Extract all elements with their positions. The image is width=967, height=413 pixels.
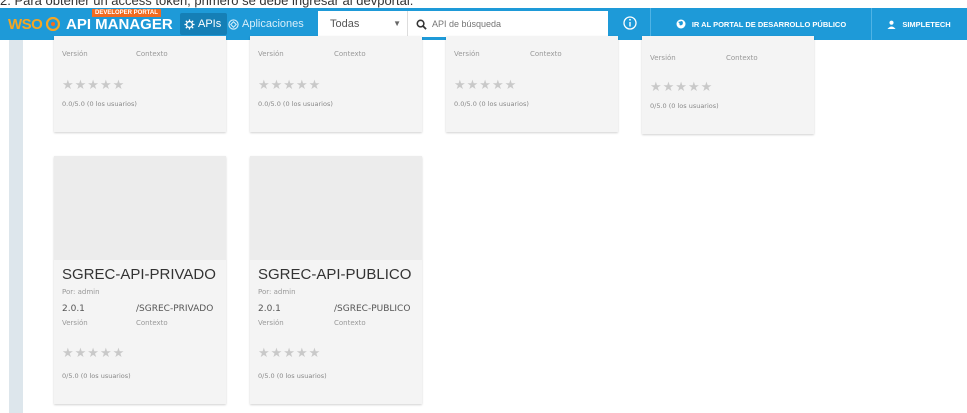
api-provider: Por: admin (258, 288, 296, 296)
api-card[interactable]: Versión Contexto ★★★★★ 0.0/5.0 (0 los us… (446, 36, 618, 132)
user-icon (887, 20, 896, 29)
filter-selected-value: Todas (330, 18, 360, 30)
public-portal-label: IR AL PORTAL DE DESARROLLO PÚBLICO (691, 19, 847, 29)
nav-apis-label: APIs (198, 18, 222, 30)
api-version: 2.0.1 (62, 304, 85, 314)
context-label: Contexto (136, 319, 168, 327)
gear-icon (184, 18, 195, 30)
api-provider: Por: admin (62, 288, 100, 296)
version-label: Versión (62, 319, 88, 327)
context-label: Contexto (334, 50, 366, 58)
nav-applications-label: Aplicaciones (242, 18, 304, 30)
api-search-box (408, 11, 608, 37)
api-thumbnail[interactable] (54, 156, 226, 260)
api-card-sgrec-privado[interactable]: SGREC-API-PRIVADO Por: admin 2.0.1 /SGRE… (54, 156, 226, 404)
api-name[interactable]: SGREC-API-PUBLICO (258, 266, 411, 283)
rating-text: 0.0/5.0 (0 los usuarios) (258, 100, 333, 108)
api-card[interactable]: Versión Contexto ★★★★★ 0.0/5.0 (0 los us… (54, 36, 226, 132)
logo-swirl-icon (46, 17, 60, 31)
applications-icon (228, 18, 239, 30)
api-context: /SGREC-PUBLICO (334, 304, 411, 314)
context-label: Contexto (334, 319, 366, 327)
api-card[interactable]: Versión Contexto ★★★★★ 0.0/5.0 (0 los us… (250, 36, 422, 132)
version-label: Versión (258, 50, 284, 58)
version-label: Versión (650, 54, 676, 62)
version-label: Versión (258, 319, 284, 327)
context-label: Contexto (726, 54, 758, 62)
api-thumbnail[interactable] (250, 156, 422, 260)
globe-icon (676, 19, 686, 29)
search-icon[interactable] (412, 19, 430, 30)
api-version: 2.0.1 (258, 304, 281, 314)
rating-text: 0/5.0 (0 los usuarios) (62, 372, 131, 380)
nav-apis-button[interactable]: APIs (180, 13, 228, 35)
user-name: SIMPLETECH (902, 19, 951, 29)
rating-text: 0.0/5.0 (0 los usuarios) (62, 100, 137, 108)
version-label: Versión (62, 50, 88, 58)
api-card[interactable]: Versión Contexto ★★★★★ 0/5.0 (0 los usua… (642, 36, 814, 134)
rating-stars[interactable]: ★★★★★ (62, 78, 125, 93)
api-search-input[interactable] (430, 18, 604, 30)
rating-stars[interactable]: ★★★★★ (258, 78, 321, 93)
api-context: /SGREC-PRIVADO (136, 304, 214, 314)
document-text-line: 2. Para obtener un access token, primero… (0, 0, 414, 8)
context-label: Contexto (530, 50, 562, 58)
left-sidebar-stripe (9, 40, 23, 413)
rating-text: 0.0/5.0 (0 los usuarios) (454, 100, 529, 108)
rating-stars[interactable]: ★★★★★ (650, 80, 713, 95)
rating-stars[interactable]: ★★★★★ (62, 346, 125, 361)
chevron-down-icon: ▼ (393, 19, 401, 28)
version-label: Versión (454, 50, 480, 58)
context-label: Contexto (136, 50, 168, 58)
rating-text: 0/5.0 (0 los usuarios) (650, 102, 719, 110)
rating-text: 0/5.0 (0 los usuarios) (258, 372, 327, 380)
rating-stars[interactable]: ★★★★★ (258, 346, 321, 361)
nav-applications-button[interactable]: Aplicaciones (228, 13, 304, 35)
logo-api-manager-text: API MANAGER (66, 16, 173, 33)
rating-stars[interactable]: ★★★★★ (454, 78, 517, 93)
api-card-sgrec-publico[interactable]: SGREC-API-PUBLICO Por: admin 2.0.1 /SGRE… (250, 156, 422, 404)
api-filter-select[interactable]: Todas ▼ (318, 11, 408, 37)
info-icon[interactable] (623, 16, 637, 30)
user-menu[interactable]: SIMPLETECH (871, 8, 967, 40)
logo-wso2-text: WSO (8, 16, 43, 33)
api-name[interactable]: SGREC-API-PRIVADO (62, 266, 216, 283)
